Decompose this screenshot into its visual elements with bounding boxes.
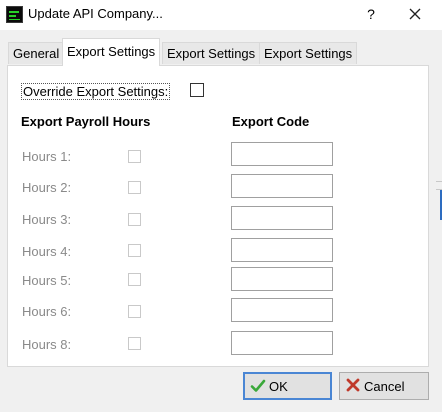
export-settings-panel: Override Export Settings: Export Payroll… [7, 65, 429, 367]
close-button[interactable] [404, 3, 426, 25]
hours-4-checkbox[interactable] [128, 244, 141, 257]
app-icon [6, 6, 23, 23]
hours-5-label: Hours 5: [22, 273, 72, 288]
tab-general[interactable]: General [8, 42, 65, 64]
hours-2-label: Hours 2: [22, 180, 72, 195]
hours-6-code-input[interactable] [231, 298, 333, 322]
hours-4-code-input[interactable] [231, 238, 333, 262]
close-icon [409, 8, 421, 20]
tab-export-settings-1[interactable]: Export Settings [62, 38, 161, 66]
title-bar: Update API Company... ? [0, 0, 442, 30]
hours-1-checkbox[interactable] [128, 150, 141, 163]
hours-6-checkbox[interactable] [128, 305, 141, 318]
background-window-edge [436, 30, 442, 412]
hours-8-label: Hours 8: [22, 337, 72, 352]
hours-8-checkbox[interactable] [128, 337, 141, 350]
hours-5-code-input[interactable] [231, 267, 333, 291]
window-title: Update API Company... [28, 6, 163, 21]
help-button[interactable]: ? [361, 4, 381, 24]
hours-5-checkbox[interactable] [128, 273, 141, 286]
hours-3-checkbox[interactable] [128, 213, 141, 226]
hours-6-label: Hours 6: [22, 304, 72, 319]
override-export-settings-label[interactable]: Override Export Settings: [21, 83, 171, 100]
hours-3-label: Hours 3: [22, 212, 72, 227]
ok-button[interactable]: OK [243, 372, 332, 400]
export-payroll-hours-header: Export Payroll Hours [21, 114, 151, 129]
hours-3-code-input[interactable] [231, 206, 333, 230]
cancel-x-icon [345, 377, 361, 396]
cancel-button-label: Cancel [364, 379, 405, 394]
override-export-settings-checkbox[interactable] [190, 83, 204, 97]
hours-1-label: Hours 1: [22, 149, 72, 164]
tab-export-settings-2[interactable]: Export Settings [162, 42, 261, 64]
hours-4-label: Hours 4: [22, 244, 72, 259]
tab-export-settings-3[interactable]: Export Settings [259, 42, 358, 64]
ok-button-label: OK [269, 379, 288, 394]
hours-2-code-input[interactable] [231, 174, 333, 198]
export-code-header: Export Code [232, 114, 310, 129]
checkmark-icon [250, 378, 266, 397]
hours-1-code-input[interactable] [231, 142, 333, 166]
hours-2-checkbox[interactable] [128, 181, 141, 194]
hours-8-code-input[interactable] [231, 331, 333, 355]
cancel-button[interactable]: Cancel [339, 372, 429, 400]
